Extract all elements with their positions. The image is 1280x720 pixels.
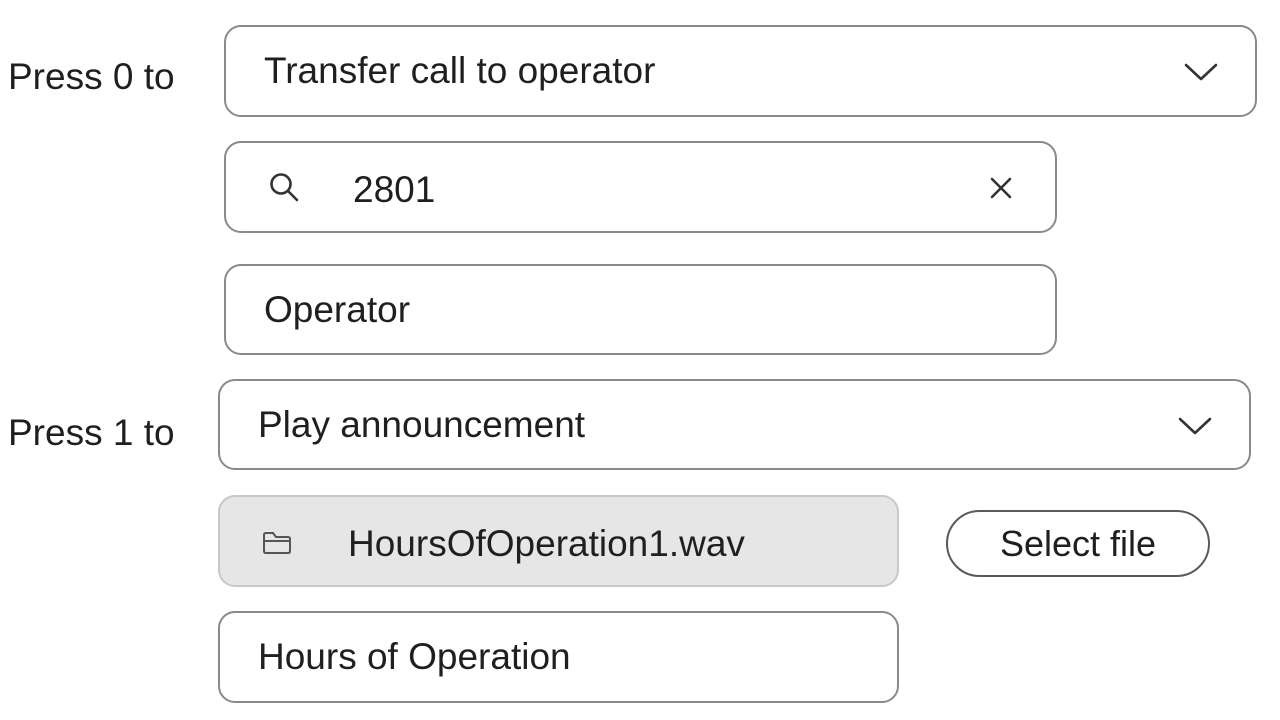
close-icon[interactable] (986, 173, 1016, 203)
press-1-file-name: HoursOfOperation1.wav (348, 523, 745, 564)
press-1-label: Press 1 to (8, 412, 175, 453)
press-0-search-field[interactable]: 2801 (224, 141, 1057, 233)
search-icon (266, 169, 302, 205)
press-0-name-field[interactable]: Operator (224, 264, 1057, 355)
press-0-label: Press 0 to (8, 56, 175, 97)
press-0-action-value: Transfer call to operator (264, 50, 656, 91)
press-1-file-field: HoursOfOperation1.wav (218, 495, 899, 587)
chevron-down-icon[interactable] (1183, 57, 1219, 87)
press-1-action-value: Play announcement (258, 403, 586, 445)
press-0-name-value: Operator (264, 288, 411, 330)
press-1-action-dropdown[interactable]: Play announcement (218, 379, 1251, 470)
folder-icon (260, 529, 294, 557)
press-1-name-value: Hours of Operation (258, 636, 571, 677)
press-1-name-field[interactable]: Hours of Operation (218, 611, 899, 703)
press-0-search-value: 2801 (353, 169, 436, 210)
select-file-button[interactable]: Select file (946, 510, 1210, 577)
press-0-action-dropdown[interactable]: Transfer call to operator (224, 25, 1257, 117)
chevron-down-icon[interactable] (1177, 411, 1213, 441)
